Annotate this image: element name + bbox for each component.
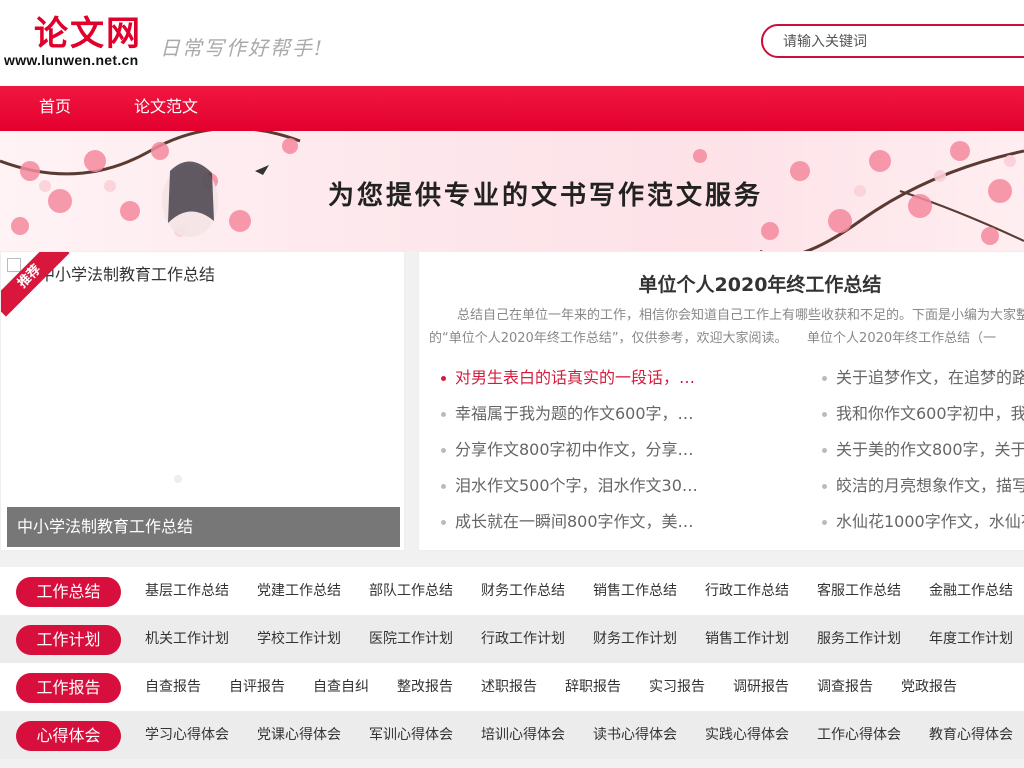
category-link[interactable]: 读书心得体会 (593, 725, 677, 745)
logo-url[interactable]: www.lunwen.net.cn (4, 52, 138, 68)
category-link[interactable]: 行政工作计划 (481, 629, 565, 649)
list-item[interactable]: 泪水作文500个字，泪水作文30… (439, 468, 698, 504)
search-input[interactable] (781, 32, 1024, 52)
broken-image-icon (7, 258, 21, 272)
category-link[interactable]: 培训心得体会 (481, 725, 565, 745)
site-header: 论文网 www.lunwen.net.cn 日常写作好帮手! (0, 0, 1024, 86)
list-item[interactable]: 分享作文800字初中作文，分享… (439, 432, 698, 468)
category-link[interactable]: 学习心得体会 (145, 725, 229, 745)
bullet-icon (441, 448, 446, 453)
category-label[interactable]: 心得体会 (16, 721, 121, 751)
category-row-work-report: 工作报告 自查报告 自评报告 自查自纠 整改报告 述职报告 辞职报告 实习报告 … (0, 663, 1024, 711)
bullet-icon (441, 520, 446, 525)
bullet-icon (441, 376, 446, 381)
list-item[interactable]: 皎洁的月亮想象作文，描写 (820, 468, 1024, 504)
bullet-icon (822, 484, 827, 489)
category-row-work-plan: 工作计划 机关工作计划 学校工作计划 医院工作计划 行政工作计划 财务工作计划 … (0, 615, 1024, 663)
bullet-icon (822, 448, 827, 453)
category-link[interactable]: 党建工作总结 (257, 581, 341, 601)
featured-title[interactable]: 单位个人2020年终工作总结 (419, 270, 1024, 297)
nav-item-home[interactable]: 首页 (39, 86, 71, 131)
category-link[interactable]: 机关工作计划 (145, 629, 229, 649)
recommended-caption[interactable]: 中小学法制教育工作总结 (7, 507, 400, 547)
category-link[interactable]: 实践心得体会 (705, 725, 789, 745)
category-link[interactable]: 年度工作计划 (929, 629, 1013, 649)
category-link[interactable]: 工作心得体会 (817, 725, 901, 745)
category-link[interactable]: 学校工作计划 (257, 629, 341, 649)
category-link[interactable]: 销售工作总结 (593, 581, 677, 601)
list-item[interactable]: 关于追梦作文，在追梦的路 (820, 360, 1024, 396)
category-row-experience: 心得体会 学习心得体会 党课心得体会 军训心得体会 培训心得体会 读书心得体会 … (0, 711, 1024, 759)
category-label[interactable]: 工作总结 (16, 577, 121, 607)
category-link[interactable]: 教育心得体会 (929, 725, 1013, 745)
article-list-left: 对男生表白的话真实的一段话，… 幸福属于我为题的作文600字，… 分享作文800… (439, 360, 698, 540)
search-box[interactable] (761, 24, 1024, 58)
category-label[interactable]: 工作计划 (16, 625, 121, 655)
slider-dot[interactable] (174, 475, 182, 483)
list-item[interactable]: 对男生表白的话真实的一段话，… (439, 360, 698, 396)
banner-title: 为您提供专业的文书写作范文服务 (328, 181, 764, 211)
category-link[interactable]: 客服工作总结 (817, 581, 901, 601)
category-link[interactable]: 财务工作计划 (593, 629, 677, 649)
category-row-work-summary: 工作总结 基层工作总结 党建工作总结 部队工作总结 财务工作总结 销售工作总结 … (0, 567, 1024, 615)
featured-article: 单位个人2020年终工作总结 总结自己在单位一年来的工作，相信你会知道自己工作上… (418, 251, 1024, 551)
list-item[interactable]: 关于美的作文800字，关于美 (820, 432, 1024, 468)
article-list-right: 关于追梦作文，在追梦的路 我和你作文600字初中，我和 关于美的作文800字，关… (820, 360, 1024, 540)
nav-item-essays[interactable]: 论文范文 (134, 86, 198, 131)
list-item[interactable]: 水仙花1000字作文，水仙花 (820, 504, 1024, 540)
list-item[interactable]: 我和你作文600字初中，我和 (820, 396, 1024, 432)
category-link[interactable]: 自查自纠 (313, 677, 369, 697)
bullet-icon (822, 520, 827, 525)
category-link[interactable]: 军训心得体会 (369, 725, 453, 745)
main-nav: 首页 论文范文 (0, 86, 1024, 131)
recommended-card[interactable]: 中小学法制教育工作总结 推荐 中小学法制教育工作总结 (0, 251, 405, 551)
category-link[interactable]: 行政工作总结 (705, 581, 789, 601)
category-link[interactable]: 金融工作总结 (929, 581, 1013, 601)
list-item[interactable]: 幸福属于我为题的作文600字，… (439, 396, 698, 432)
bullet-icon (822, 412, 827, 417)
category-link[interactable]: 销售工作计划 (705, 629, 789, 649)
category-link[interactable]: 服务工作计划 (817, 629, 901, 649)
list-item[interactable]: 成长就在一瞬间800字作文，美… (439, 504, 698, 540)
recommended-image-alt[interactable]: 中小学法制教育工作总结 (39, 261, 215, 285)
category-link[interactable]: 基层工作总结 (145, 581, 229, 601)
category-label[interactable]: 工作报告 (16, 673, 121, 703)
category-link[interactable]: 实习报告 (649, 677, 705, 697)
bullet-icon (822, 376, 827, 381)
bullet-icon (441, 412, 446, 417)
category-link[interactable]: 整改报告 (397, 677, 453, 697)
category-link[interactable]: 自查报告 (145, 677, 201, 697)
category-link[interactable]: 财务工作总结 (481, 581, 565, 601)
category-link[interactable]: 述职报告 (481, 677, 537, 697)
category-link[interactable]: 部队工作总结 (369, 581, 453, 601)
category-link[interactable]: 党政报告 (901, 677, 957, 697)
featured-summary: 总结自己在单位一年来的工作，相信你会知道自己工作上有哪些收获和不足的。下面是小编… (429, 308, 1024, 346)
category-link[interactable]: 辞职报告 (565, 677, 621, 697)
category-link[interactable]: 自评报告 (229, 677, 285, 697)
category-link[interactable]: 调查报告 (817, 677, 873, 697)
slogan: 日常写作好帮手! (160, 36, 325, 60)
logo[interactable]: 论文网 (34, 14, 142, 54)
bullet-icon (441, 484, 446, 489)
category-link[interactable]: 党课心得体会 (257, 725, 341, 745)
category-link[interactable]: 调研报告 (733, 677, 789, 697)
hero-banner: 为您提供专业的文书写作范文服务 (0, 131, 1024, 251)
category-link[interactable]: 医院工作计划 (369, 629, 453, 649)
